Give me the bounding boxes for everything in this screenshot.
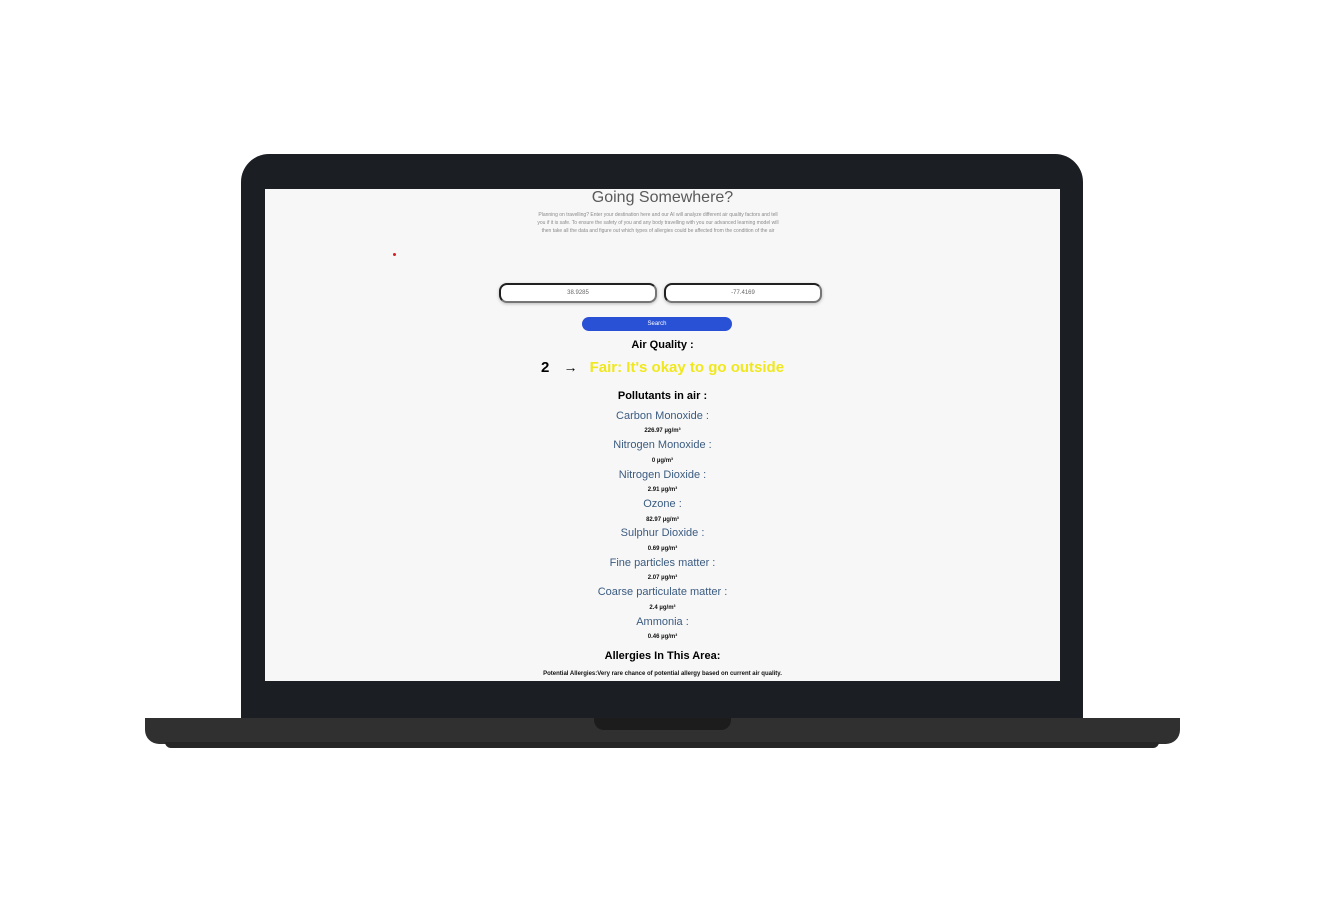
page-title: Going Somewhere? [591,189,734,206]
air-quality-index: 2 [540,359,550,376]
allergies-text: Potential Allergies:Very rare chance of … [543,671,782,677]
pollutant-name: Sulphur Dioxide : [620,527,705,539]
pollutant-name: Coarse particulate matter : [597,586,728,598]
pollutant-value: 0 µg/m³ [651,458,674,464]
pollutant-name: Fine particles matter : [609,557,716,569]
red-dot-marker [393,253,396,256]
intro-text: Planning on travelling? Enter your desti… [537,212,779,234]
pollutant-value: 2.07 µg/m³ [647,575,678,581]
pollutant-name: Nitrogen Dioxide : [618,469,707,481]
pollutant-value: 226.97 µg/m³ [644,428,681,434]
pollutant-name: Ozone : [643,498,682,510]
air-quality-description: Fair: It's okay to go outside [589,359,785,376]
arrow-icon: → [563,359,578,375]
pollutant-value: 0.46 µg/m³ [647,634,678,640]
search-button[interactable]: Search [582,317,732,331]
air-quality-heading: Air Quality : [631,339,694,351]
latitude-input[interactable] [499,283,657,303]
pollutant-value: 2.91 µg/m³ [647,487,678,493]
app-screen: Going Somewhere? Planning on travelling?… [265,189,1060,681]
allergies-heading: Allergies In This Area: [604,650,721,662]
air-quality-result: 2 → Fair: It's okay to go outside [265,359,1060,376]
pollutant-name: Ammonia : [636,616,689,628]
laptop-notch [594,718,731,730]
pollutant-name: Nitrogen Monoxide : [613,439,712,451]
longitude-input[interactable] [664,283,822,303]
pollutants-heading: Pollutants in air : [617,390,708,402]
laptop-foot [165,742,1159,748]
pollutant-value: 82.97 µg/m³ [646,517,679,523]
pollutant-value: 0.69 µg/m³ [647,546,678,552]
pollutant-name: Carbon Monoxide : [616,410,709,422]
pollutant-value: 2.4 µg/m³ [649,605,676,611]
